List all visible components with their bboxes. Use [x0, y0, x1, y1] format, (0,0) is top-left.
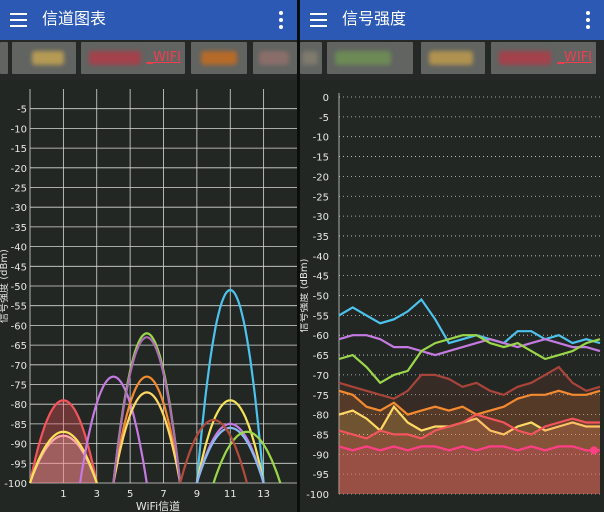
network-filter-bar: _WIFI — [0, 40, 297, 80]
network-chip[interactable] — [0, 42, 8, 74]
y-tick-label: 0 — [323, 93, 329, 104]
channel-chart-panel: 信道图表 _WIFI -5 -10 -15 -20 -25 -30 -35 -40 -45 -50… — [0, 0, 297, 512]
y-tick-label: -90 — [313, 450, 329, 461]
network-chip[interactable]: _WIFI — [81, 42, 185, 74]
y-tick-label: -65 — [313, 351, 329, 362]
latest-point-marker — [590, 446, 598, 455]
y-tick-label: -95 — [11, 459, 27, 470]
y-tick-label: -25 — [11, 184, 27, 195]
y-tick-label: -45 — [313, 272, 329, 283]
y-tick-label: -25 — [313, 192, 329, 203]
network-chip[interactable] — [191, 42, 247, 74]
x-tick-label: 11 — [224, 489, 237, 500]
network-chip[interactable]: _WIFI — [491, 42, 596, 74]
y-tick-label: -60 — [11, 321, 27, 332]
y-tick-label: -10 — [313, 133, 329, 144]
y-tick-label: -80 — [11, 400, 27, 411]
y-tick-label: -50 — [313, 292, 329, 303]
y-tick-label: -95 — [313, 470, 329, 481]
signal-curve — [112, 336, 182, 484]
y-tick-label: -80 — [313, 411, 329, 422]
hamburger-menu-icon[interactable] — [308, 9, 330, 31]
x-tick-label: 13 — [257, 489, 270, 500]
x-axis-label: WiFi信道 — [136, 499, 180, 512]
y-tick-label: -70 — [11, 361, 27, 372]
overflow-menu-icon[interactable] — [277, 10, 285, 30]
y-tick-label: -20 — [313, 172, 329, 183]
y-tick-label: -90 — [11, 440, 27, 451]
signal-line — [338, 297, 601, 345]
page-title: 信号强度 — [342, 9, 407, 28]
y-tick-label: -65 — [11, 341, 27, 352]
network-chip[interactable] — [421, 42, 485, 74]
app-bar: 信道图表 — [0, 0, 297, 40]
y-tick-label: -85 — [313, 430, 329, 441]
y-tick-label: -40 — [313, 252, 329, 263]
app-bar: 信号强度 — [300, 0, 604, 40]
overflow-menu-icon[interactable] — [584, 10, 592, 30]
y-tick-label: -60 — [313, 331, 329, 342]
y-tick-label: -30 — [11, 203, 27, 214]
channel-signal-chart: -5 -10 -15 -20 -25 -30 -35 -40 -45 -50 -55 -60 -65 -7… — [0, 89, 297, 512]
page-title: 信道图表 — [42, 9, 107, 28]
x-tick-label: 9 — [194, 489, 200, 500]
y-tick-label: -100 — [306, 490, 329, 501]
y-tick-label: -15 — [313, 153, 329, 164]
y-tick-label: -55 — [11, 302, 27, 313]
wifi-name-label: _WIFI — [557, 50, 593, 65]
y-axis-label: 信号强度 (dBm) — [0, 249, 10, 323]
network-chip[interactable] — [12, 42, 76, 74]
y-tick-label: -15 — [11, 144, 27, 155]
y-tick-label: -85 — [11, 420, 27, 431]
signal-history-chart: 0 -5 -10 -15 -20 -25 -30 -35 -40 -45 -50 -55 -60 -65 -… — [300, 93, 601, 501]
y-tick-label: -40 — [11, 243, 27, 254]
x-tick-label: 1 — [60, 489, 66, 500]
y-tick-label: -50 — [11, 282, 27, 293]
y-tick-label: -70 — [313, 371, 329, 382]
y-axis-label: 信号强度 (dBm) — [300, 258, 310, 332]
y-tick-label: -75 — [11, 381, 27, 392]
signal-area — [339, 446, 600, 494]
network-filter-bar: _WIFI — [300, 40, 604, 80]
y-tick-label: -30 — [313, 212, 329, 223]
wifi-name-label: _WIFI — [146, 50, 182, 65]
y-tick-label: -5 — [17, 105, 27, 116]
signal-strength-panel: 信号强度 _WIFI 0 -5 -10 -15 -20 -25 -30 -35 -40 -45 -5… — [300, 0, 604, 512]
y-tick-label: -5 — [319, 113, 329, 124]
hamburger-menu-icon[interactable] — [8, 9, 30, 31]
y-tick-label: -10 — [11, 124, 27, 135]
x-tick-label: 3 — [94, 489, 100, 500]
y-tick-label: -100 — [4, 479, 27, 490]
x-tick-label: 5 — [127, 489, 133, 500]
y-tick-label: -35 — [313, 232, 329, 243]
y-tick-label: -20 — [11, 164, 27, 175]
y-tick-label: -35 — [11, 223, 27, 234]
network-chip[interactable] — [327, 42, 413, 74]
y-tick-label: -55 — [313, 311, 329, 322]
network-chip[interactable] — [253, 42, 297, 74]
y-tick-label: -45 — [11, 262, 27, 273]
y-tick-label: -75 — [313, 391, 329, 402]
x-tick-label: 7 — [160, 489, 166, 500]
network-chip[interactable] — [300, 42, 322, 74]
